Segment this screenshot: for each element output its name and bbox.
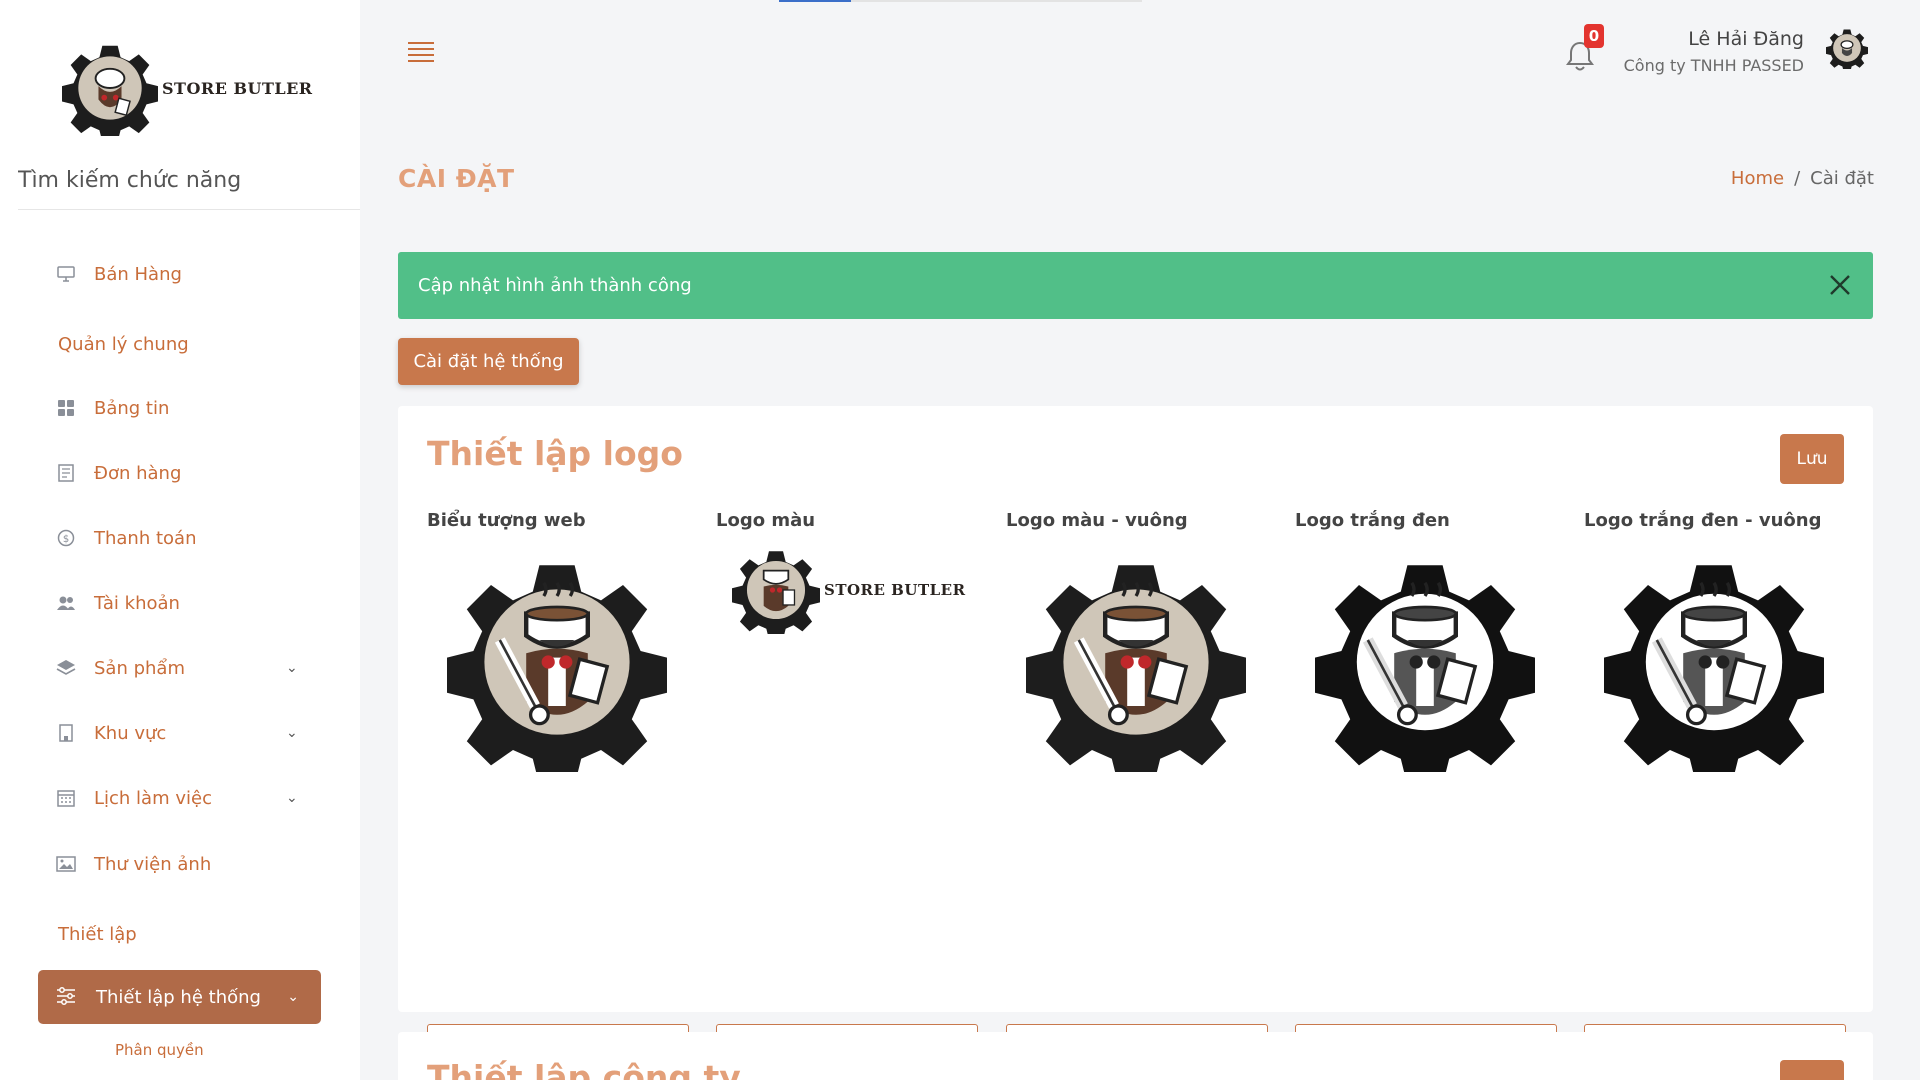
building-icon — [56, 723, 76, 743]
system-settings-button[interactable]: Cài đặt hệ thống — [398, 338, 579, 385]
sidebar-section-thiet-lap: Thiết lập — [58, 924, 137, 945]
sidebar-item-bang-tin[interactable]: Bảng tin — [56, 388, 169, 428]
sidebar-item-label: Lịch làm việc — [94, 787, 212, 809]
chevron-down-icon[interactable]: ⌄ — [286, 790, 298, 806]
brand-name: STORE BUTLER — [824, 581, 966, 599]
function-search-input[interactable] — [18, 158, 360, 202]
logo-column-bw: Logo trắng đen Xóa — [1295, 510, 1557, 1070]
sidebar-item-lich-lam-viec[interactable]: Lịch làm việc ⌄ — [56, 778, 298, 818]
sidebar-item-ban-hang[interactable]: Bán Hàng — [56, 254, 182, 294]
save-button[interactable]: Lưu — [1780, 434, 1844, 484]
success-alert: Cập nhật hình ảnh thành công — [398, 252, 1873, 319]
sidebar-item-khu-vuc[interactable]: Khu vực ⌄ — [56, 713, 298, 753]
page-title: CÀI ĐẶT — [398, 164, 515, 193]
svg-text:$: $ — [63, 534, 69, 545]
monitor-icon — [56, 264, 76, 284]
sidebar-item-san-pham[interactable]: Sản phẩm ⌄ — [56, 648, 298, 688]
store-butler-logo-icon — [732, 551, 820, 634]
dashboard-grid-icon — [56, 398, 76, 418]
store-butler-logo-icon[interactable] — [1026, 552, 1246, 772]
chevron-down-icon[interactable]: ⌄ — [286, 660, 298, 676]
sidebar-subitem-phan-quyen[interactable]: Phân quyền — [115, 1041, 204, 1059]
sidebar-item-label: Khu vực — [94, 722, 167, 744]
store-butler-logo-icon[interactable] — [447, 552, 667, 772]
logo-label: Logo trắng đen - vuông — [1584, 510, 1822, 531]
chevron-down-icon[interactable]: ⌄ — [287, 989, 299, 1005]
sidebar-item-label: Bán Hàng — [94, 263, 182, 285]
dollar-coin-icon: $ — [56, 528, 76, 548]
sidebar-item-thiet-lap-he-thong[interactable]: Thiết lập hệ thống ⌄ — [38, 970, 321, 1024]
sidebar-item-don-hang[interactable]: Đơn hàng — [56, 453, 181, 493]
user-menu[interactable]: Lê Hải Đăng Công ty TNHH PASSED — [1624, 28, 1804, 75]
logo-label: Logo màu - vuông — [1006, 510, 1188, 531]
menu-toggle-icon[interactable] — [408, 42, 434, 64]
logo-column-color: Logo màu STORE BUTLER Xóa — [716, 510, 978, 1070]
logo-column-bw-square: Logo trắng đen - vuông Xóa — [1584, 510, 1846, 1070]
chevron-down-icon[interactable]: ⌄ — [286, 725, 298, 741]
company-settings-card: Thiết lập công ty — [398, 1032, 1873, 1080]
store-butler-logo-icon[interactable] — [1604, 552, 1824, 772]
breadcrumb: Home / Cài đặt — [1731, 168, 1874, 189]
sidebar-item-label: Thanh toán — [94, 527, 197, 549]
function-search[interactable] — [18, 158, 360, 210]
sidebar-item-tai-khoan[interactable]: Tài khoản — [56, 583, 180, 623]
sliders-icon — [56, 987, 76, 1007]
breadcrumb-current: Cài đặt — [1810, 168, 1874, 189]
store-butler-logo-icon — [1826, 29, 1868, 72]
card-title: Thiết lập công ty — [427, 1058, 741, 1080]
image-icon — [56, 854, 76, 874]
store-butler-logo-icon[interactable] — [1315, 552, 1535, 772]
sidebar-item-thanh-toan[interactable]: $ Thanh toán — [56, 518, 196, 558]
sidebar-item-label: Thư viện ảnh — [94, 853, 212, 875]
close-icon[interactable] — [1827, 272, 1853, 298]
logo-label: Logo trắng đen — [1295, 510, 1450, 531]
notification-badge: 0 — [1584, 24, 1604, 48]
store-butler-logo-icon — [62, 45, 158, 136]
user-name: Lê Hải Đăng — [1688, 28, 1804, 50]
sidebar: STORE BUTLER Bán Hàng Quản lý chung Bảng… — [0, 0, 360, 1080]
sidebar-item-label: Đơn hàng — [94, 462, 182, 484]
users-icon — [56, 593, 76, 613]
brand-name: STORE BUTLER — [162, 78, 313, 98]
sidebar-item-label: Tài khoản — [94, 592, 180, 614]
sidebar-item-label: Thiết lập hệ thống — [96, 986, 261, 1008]
page-scrollbar[interactable] — [1904, 0, 1920, 1080]
color-horizontal-logo[interactable]: STORE BUTLER — [732, 546, 966, 634]
logo-settings-card: Thiết lập logo Lưu Biểu tượng web Xóa Lo… — [398, 406, 1873, 1070]
receipt-icon — [56, 463, 76, 483]
logo-label: Logo màu — [716, 510, 816, 531]
logo-label: Biểu tượng web — [427, 510, 586, 531]
sidebar-item-label: Sản phẩm — [94, 657, 185, 679]
breadcrumb-separator: / — [1794, 168, 1801, 189]
calendar-icon — [56, 788, 76, 808]
alert-message: Cập nhật hình ảnh thành công — [418, 275, 692, 296]
brand-logo[interactable]: STORE BUTLER — [62, 40, 313, 136]
loading-progress-bar — [779, 0, 1142, 2]
sidebar-section-quan-ly-chung: Quản lý chung — [58, 334, 189, 355]
avatar[interactable] — [1826, 27, 1868, 73]
breadcrumb-home-link[interactable]: Home — [1731, 168, 1784, 189]
sidebar-item-thu-vien-anh[interactable]: Thư viện ảnh — [56, 844, 211, 884]
logo-column-color-square: Logo màu - vuông Xóa — [1006, 510, 1268, 1070]
save-button[interactable] — [1780, 1060, 1844, 1080]
logo-column-favicon: Biểu tượng web Xóa — [427, 510, 689, 1070]
card-title: Thiết lập logo — [427, 434, 683, 473]
layers-icon — [56, 658, 76, 678]
user-company: Công ty TNHH PASSED — [1623, 56, 1804, 75]
sidebar-item-label: Bảng tin — [94, 397, 170, 419]
